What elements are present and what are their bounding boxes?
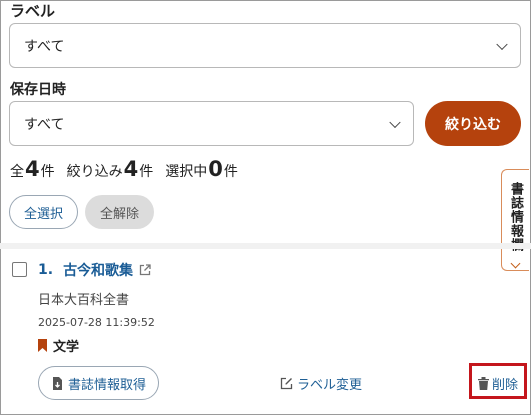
label-change-button[interactable]: ラベル変更 (280, 374, 362, 393)
item-saved-date: 2025-07-28 11:39:52 (38, 316, 155, 329)
date-select-value: すべて (24, 116, 65, 133)
total-suffix: 件 (40, 164, 55, 180)
label-select-value: すべて (24, 38, 65, 55)
selected-prefix: 選択中 (165, 164, 208, 180)
chevron-down-icon (510, 258, 521, 269)
item-number: 1. (38, 262, 54, 278)
filtered-count: 4 (123, 157, 139, 181)
label-change-label: ラベル変更 (297, 378, 363, 393)
filtered-suffix: 件 (139, 164, 154, 180)
delete-label: 削除 (492, 378, 519, 393)
chevron-down-icon (389, 116, 401, 128)
fetch-button-label: 書誌情報取得 (67, 377, 146, 393)
clear-all-button[interactable]: 全解除 (85, 195, 154, 229)
selected-count: 0 (208, 157, 223, 181)
external-link-icon (139, 264, 151, 276)
date-filter-title: 保存日時 (10, 82, 66, 98)
total-prefix: 全 (10, 164, 24, 180)
side-tab-label: 書誌情報欄 (508, 182, 523, 252)
fetch-bibliography-button[interactable]: 書誌情報取得 (38, 366, 159, 400)
select-all-button[interactable]: 全選択 (9, 195, 78, 229)
trash-icon (478, 377, 489, 390)
total-count: 4 (25, 157, 40, 181)
item-checkbox[interactable] (12, 262, 27, 277)
delete-button[interactable]: 削除 (478, 374, 518, 393)
label-select[interactable]: すべて (9, 23, 521, 68)
item-title: 古今和歌集 (63, 263, 134, 279)
result-counts: 全 4 件 絞り込み 4 件 選択中 0 件 (10, 157, 238, 181)
selected-suffix: 件 (223, 164, 238, 180)
edit-icon (280, 377, 293, 390)
item-source: 日本大百科全書 (38, 293, 130, 308)
filter-button[interactable]: 絞り込む (425, 101, 521, 146)
bibliography-side-tab[interactable]: 書誌情報欄 (501, 169, 529, 271)
filtered-prefix: 絞り込み (66, 164, 123, 180)
item-tag-label: 文学 (53, 340, 80, 355)
date-select[interactable]: すべて (9, 101, 414, 146)
download-icon (52, 376, 62, 390)
bookmark-icon (38, 339, 47, 352)
chevron-down-icon (496, 38, 508, 50)
item-title-link[interactable]: 1. 古今和歌集 (38, 260, 151, 280)
item-label-tag: 文学 (38, 336, 79, 355)
section-divider (0, 243, 531, 249)
label-filter-title: ラベル (10, 2, 56, 20)
